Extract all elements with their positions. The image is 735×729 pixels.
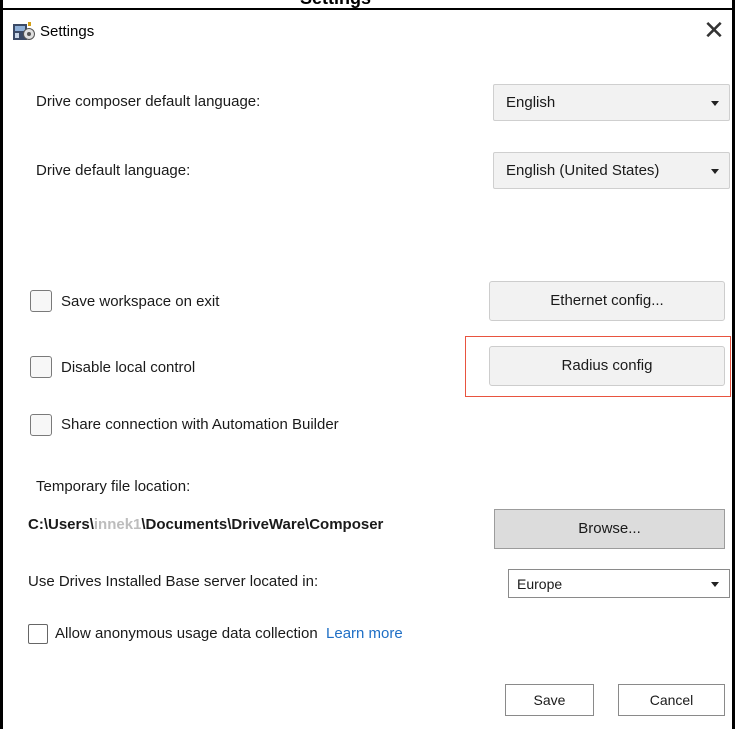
save-workspace-checkbox[interactable] (30, 290, 52, 312)
usage-data-row: Allow anonymous usage data collection Le… (55, 625, 403, 642)
drive-language-select[interactable]: English (United States) (493, 152, 730, 189)
clipped-heading: Settings (300, 0, 371, 9)
left-border (0, 0, 3, 729)
drive-language-label: Drive default language: (36, 162, 191, 179)
browse-button[interactable]: Browse... (494, 509, 725, 549)
radius-config-highlight (465, 336, 731, 397)
cancel-button[interactable]: Cancel (618, 684, 725, 716)
chevron-down-icon (711, 582, 719, 587)
path-prefix: C:\Users\ (28, 516, 94, 533)
save-button[interactable]: Save (505, 684, 594, 716)
learn-more-link[interactable]: Learn more (326, 625, 403, 642)
window-title: Settings (40, 23, 95, 40)
chevron-down-icon (711, 169, 719, 174)
disable-local-control-label: Disable local control (61, 359, 196, 376)
usage-data-checkbox[interactable] (28, 624, 48, 644)
settings-dialog: Settings Settings ✕ Drive composer defau… (0, 0, 735, 729)
usage-data-label: Allow anonymous usage data collection (55, 625, 318, 642)
close-icon: ✕ (703, 15, 725, 45)
composer-language-select[interactable]: English (493, 84, 730, 121)
composer-language-value: English (506, 94, 556, 111)
disable-local-control-checkbox[interactable] (30, 356, 52, 378)
composer-language-label: Drive composer default language: (36, 93, 261, 110)
chevron-down-icon (711, 101, 719, 106)
drive-language-value: English (United States) (506, 162, 660, 179)
share-connection-label: Share connection with Automation Builder (61, 416, 339, 433)
server-location-select[interactable]: Europe (508, 569, 730, 598)
path-user: innek1 (93, 516, 142, 533)
path-suffix: \Documents\DriveWare\Composer (141, 516, 384, 533)
settings-app-icon (13, 22, 35, 40)
ethernet-config-button[interactable]: Ethernet config... (489, 281, 725, 321)
server-location-value: Europe (517, 576, 563, 592)
server-location-label: Use Drives Installed Base server located… (28, 573, 319, 590)
temp-location-path: C:\Users\innek1\Documents\DriveWare\Comp… (28, 516, 383, 533)
close-button[interactable]: ✕ (698, 14, 730, 46)
temp-location-label: Temporary file location: (36, 478, 191, 495)
share-connection-checkbox[interactable] (30, 414, 52, 436)
save-workspace-label: Save workspace on exit (61, 293, 220, 310)
